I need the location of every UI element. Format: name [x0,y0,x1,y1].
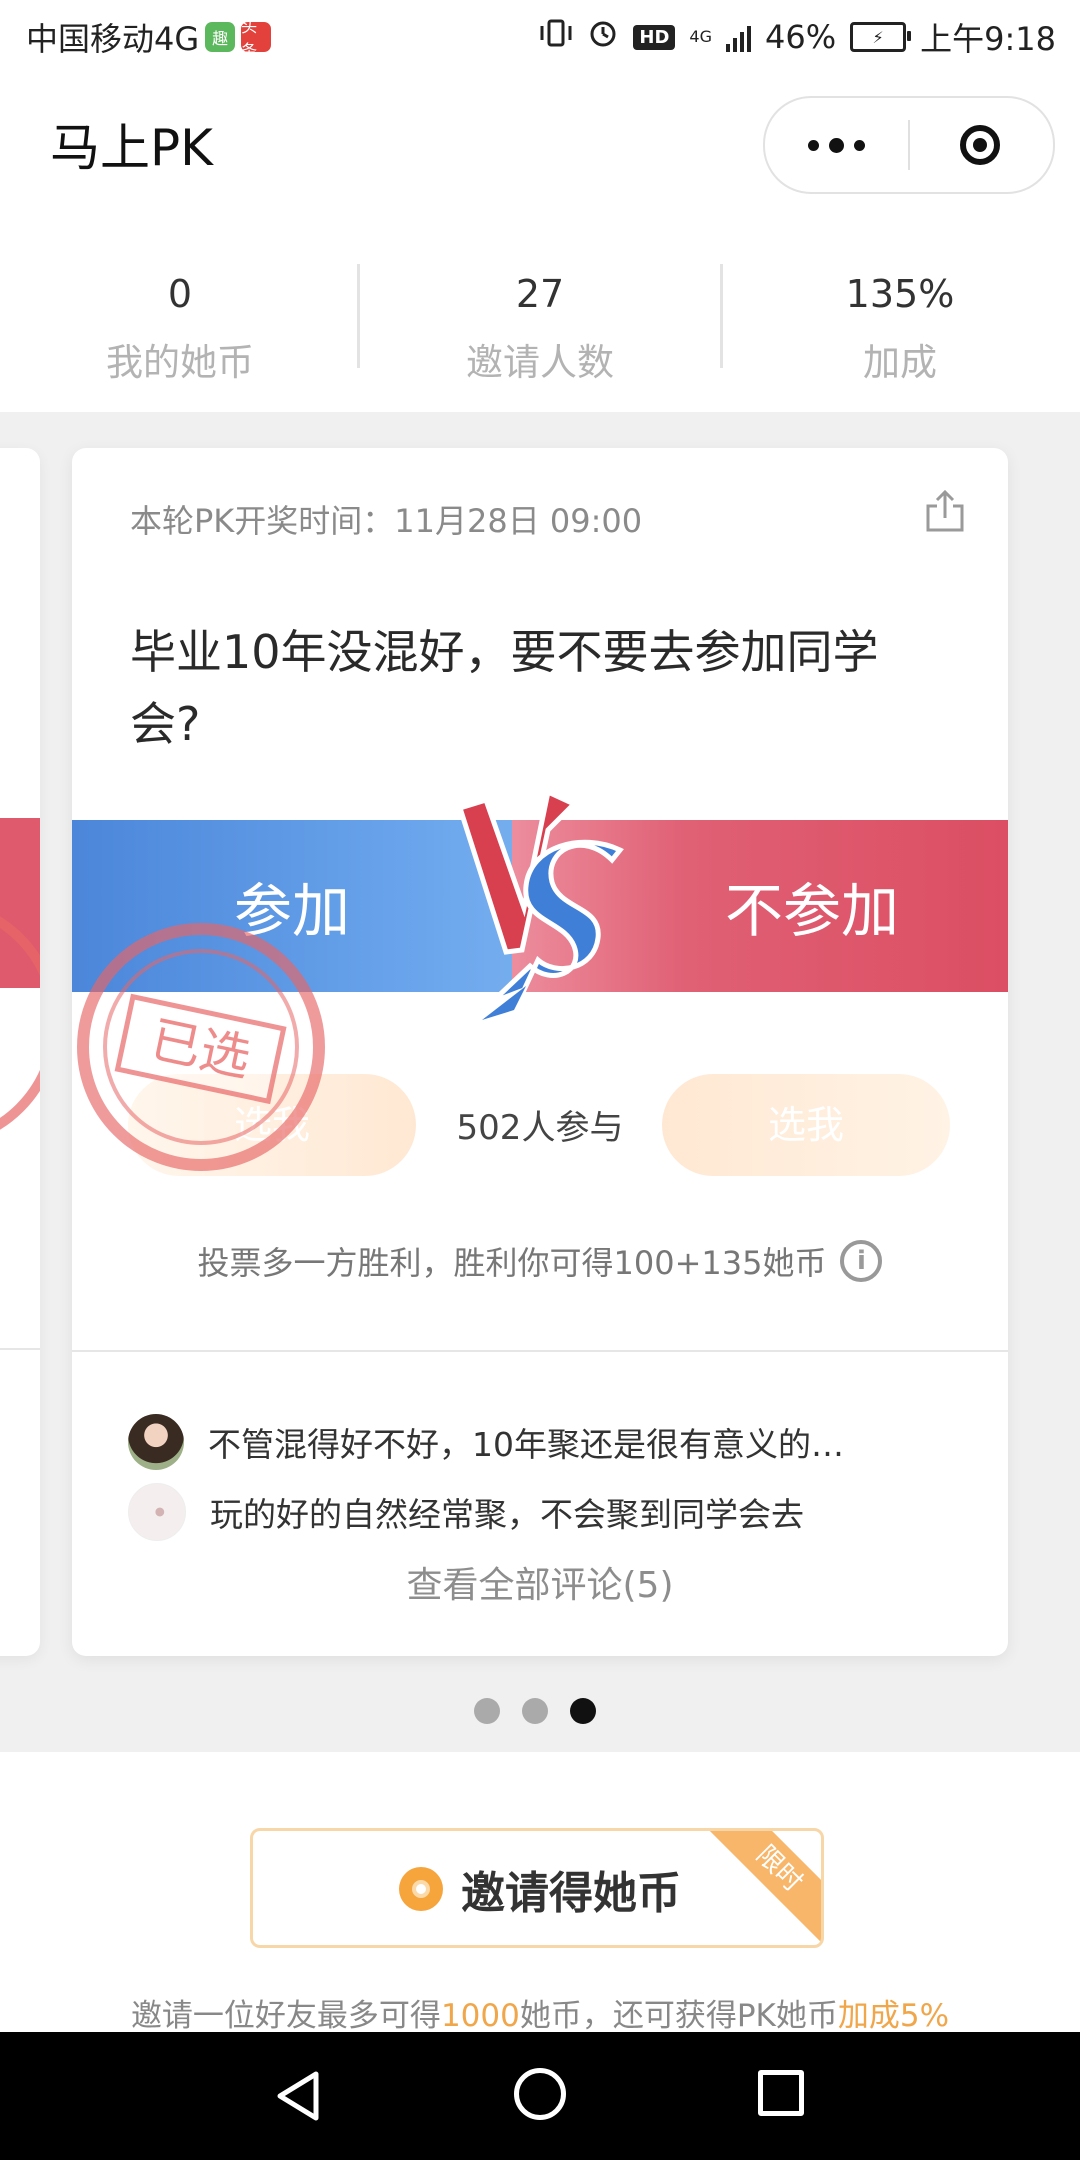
info-icon[interactable]: i [840,1240,883,1282]
battery-charging-icon: ⚡ [850,22,912,52]
clock: 上午9:18 [920,20,1056,58]
network-type: 4G [689,27,712,46]
more-button[interactable] [765,98,907,192]
pk-card: 本轮PK开奖时间：11月28日 09:00 毕业10年没混好，要不要去参加同学会… [72,448,1008,1656]
android-nav-bar [0,2032,1080,2160]
miniprogram-capsule [763,96,1055,194]
card-divider [72,1350,1008,1352]
invite-desc-amount: 1000 [440,1998,520,2034]
selected-stamp: 已选 [77,923,325,1171]
stat-value: 0 [167,272,193,316]
vibrate-icon [539,18,573,56]
home-icon[interactable] [514,2068,566,2120]
more-dot-icon [828,137,844,153]
battery-percent: 46% [765,18,837,56]
stats-row: 0 我的她币 27 邀请人数 135% 加成 [0,258,1080,408]
option-b-label: 不参加 [724,877,899,945]
share-icon[interactable] [920,486,970,536]
recent-apps-icon[interactable] [758,2070,804,2116]
alarm-icon [587,17,619,57]
pager-dot[interactable] [474,1698,500,1724]
stat-coins[interactable]: 0 我的她币 [0,258,360,408]
hd-badge: HD [633,24,676,50]
carousel-pager [474,1698,596,1724]
comment-item[interactable]: 玩的好的自然经常聚，不会聚到同学会去 [128,1482,968,1542]
comment-text: 不管混得好不好，10年聚还是很有意义的… [208,1425,844,1464]
stat-value: 27 [515,272,565,316]
status-right: HD 4G 46% ⚡ 上午9:18 [539,14,1056,60]
more-dot-icon [853,139,865,151]
avatar [128,1483,186,1541]
stat-divider [720,264,723,368]
status-bar: 中国移动4G 趣 头条 HD 4G 46% ⚡ 上午9:18 [0,0,1080,72]
coin-icon [399,1867,443,1911]
stat-label: 邀请人数 [466,341,614,384]
comment-text: 玩的好的自然经常聚，不会聚到同学会去 [210,1495,804,1534]
vs-logo-icon [456,790,624,1020]
previous-card-peek[interactable] [0,448,40,1656]
view-all-comments-link[interactable]: 查看全部评论(5) [72,1556,1008,1608]
more-dot-icon [807,139,819,151]
status-left: 中国移动4G 趣 头条 [26,14,272,60]
comment-item[interactable]: 不管混得好不好，10年聚还是很有意义的… [128,1412,968,1472]
toutiao-app-icon: 头条 [241,17,272,60]
qutoutiao-app-icon: 趣 [205,22,236,52]
stat-divider [357,264,360,368]
pick-option-b-button[interactable]: 选我 [662,1074,950,1176]
rule-row: 投票多一方胜利，胜利你可得100+135她币 i [142,1238,938,1284]
invite-desc-text: 她币，还可获得PK她币 [519,1998,838,2034]
signal-icon [726,22,751,52]
round-time: 本轮PK开奖时间：11月28日 09:00 [130,502,643,540]
stat-label: 我的她币 [106,341,254,384]
participant-count: 502人参与 [456,1108,624,1148]
stat-bonus[interactable]: 135% 加成 [720,258,1080,408]
pk-question: 毕业10年没混好，要不要去参加同学会? [130,625,879,751]
invite-button[interactable]: 邀请得她币 限时 [250,1828,824,1948]
rule-text: 投票多一方胜利，胜利你可得100+135她币 [197,1244,827,1282]
avatar [128,1414,184,1470]
invite-description: 邀请一位好友最多可得1000她币，还可获得PK她币加成5% [0,1990,1080,2035]
carrier-text: 中国移动4G [26,20,200,58]
invite-desc-text: 邀请一位好友最多可得 [130,1998,441,2034]
pager-dot[interactable] [522,1698,548,1724]
page-title: 马上PK [50,119,213,177]
pager-dot-active[interactable] [570,1698,596,1724]
stat-invites[interactable]: 27 邀请人数 [360,258,720,408]
stat-label: 加成 [863,341,937,384]
back-icon[interactable] [272,2068,328,2124]
stat-value: 135% [845,272,955,316]
target-close-icon [960,125,1000,165]
invite-label: 邀请得她币 [461,1868,681,1919]
invite-desc-bonus: 加成5% [837,1998,950,2034]
close-miniprogram-button[interactable] [909,98,1051,192]
